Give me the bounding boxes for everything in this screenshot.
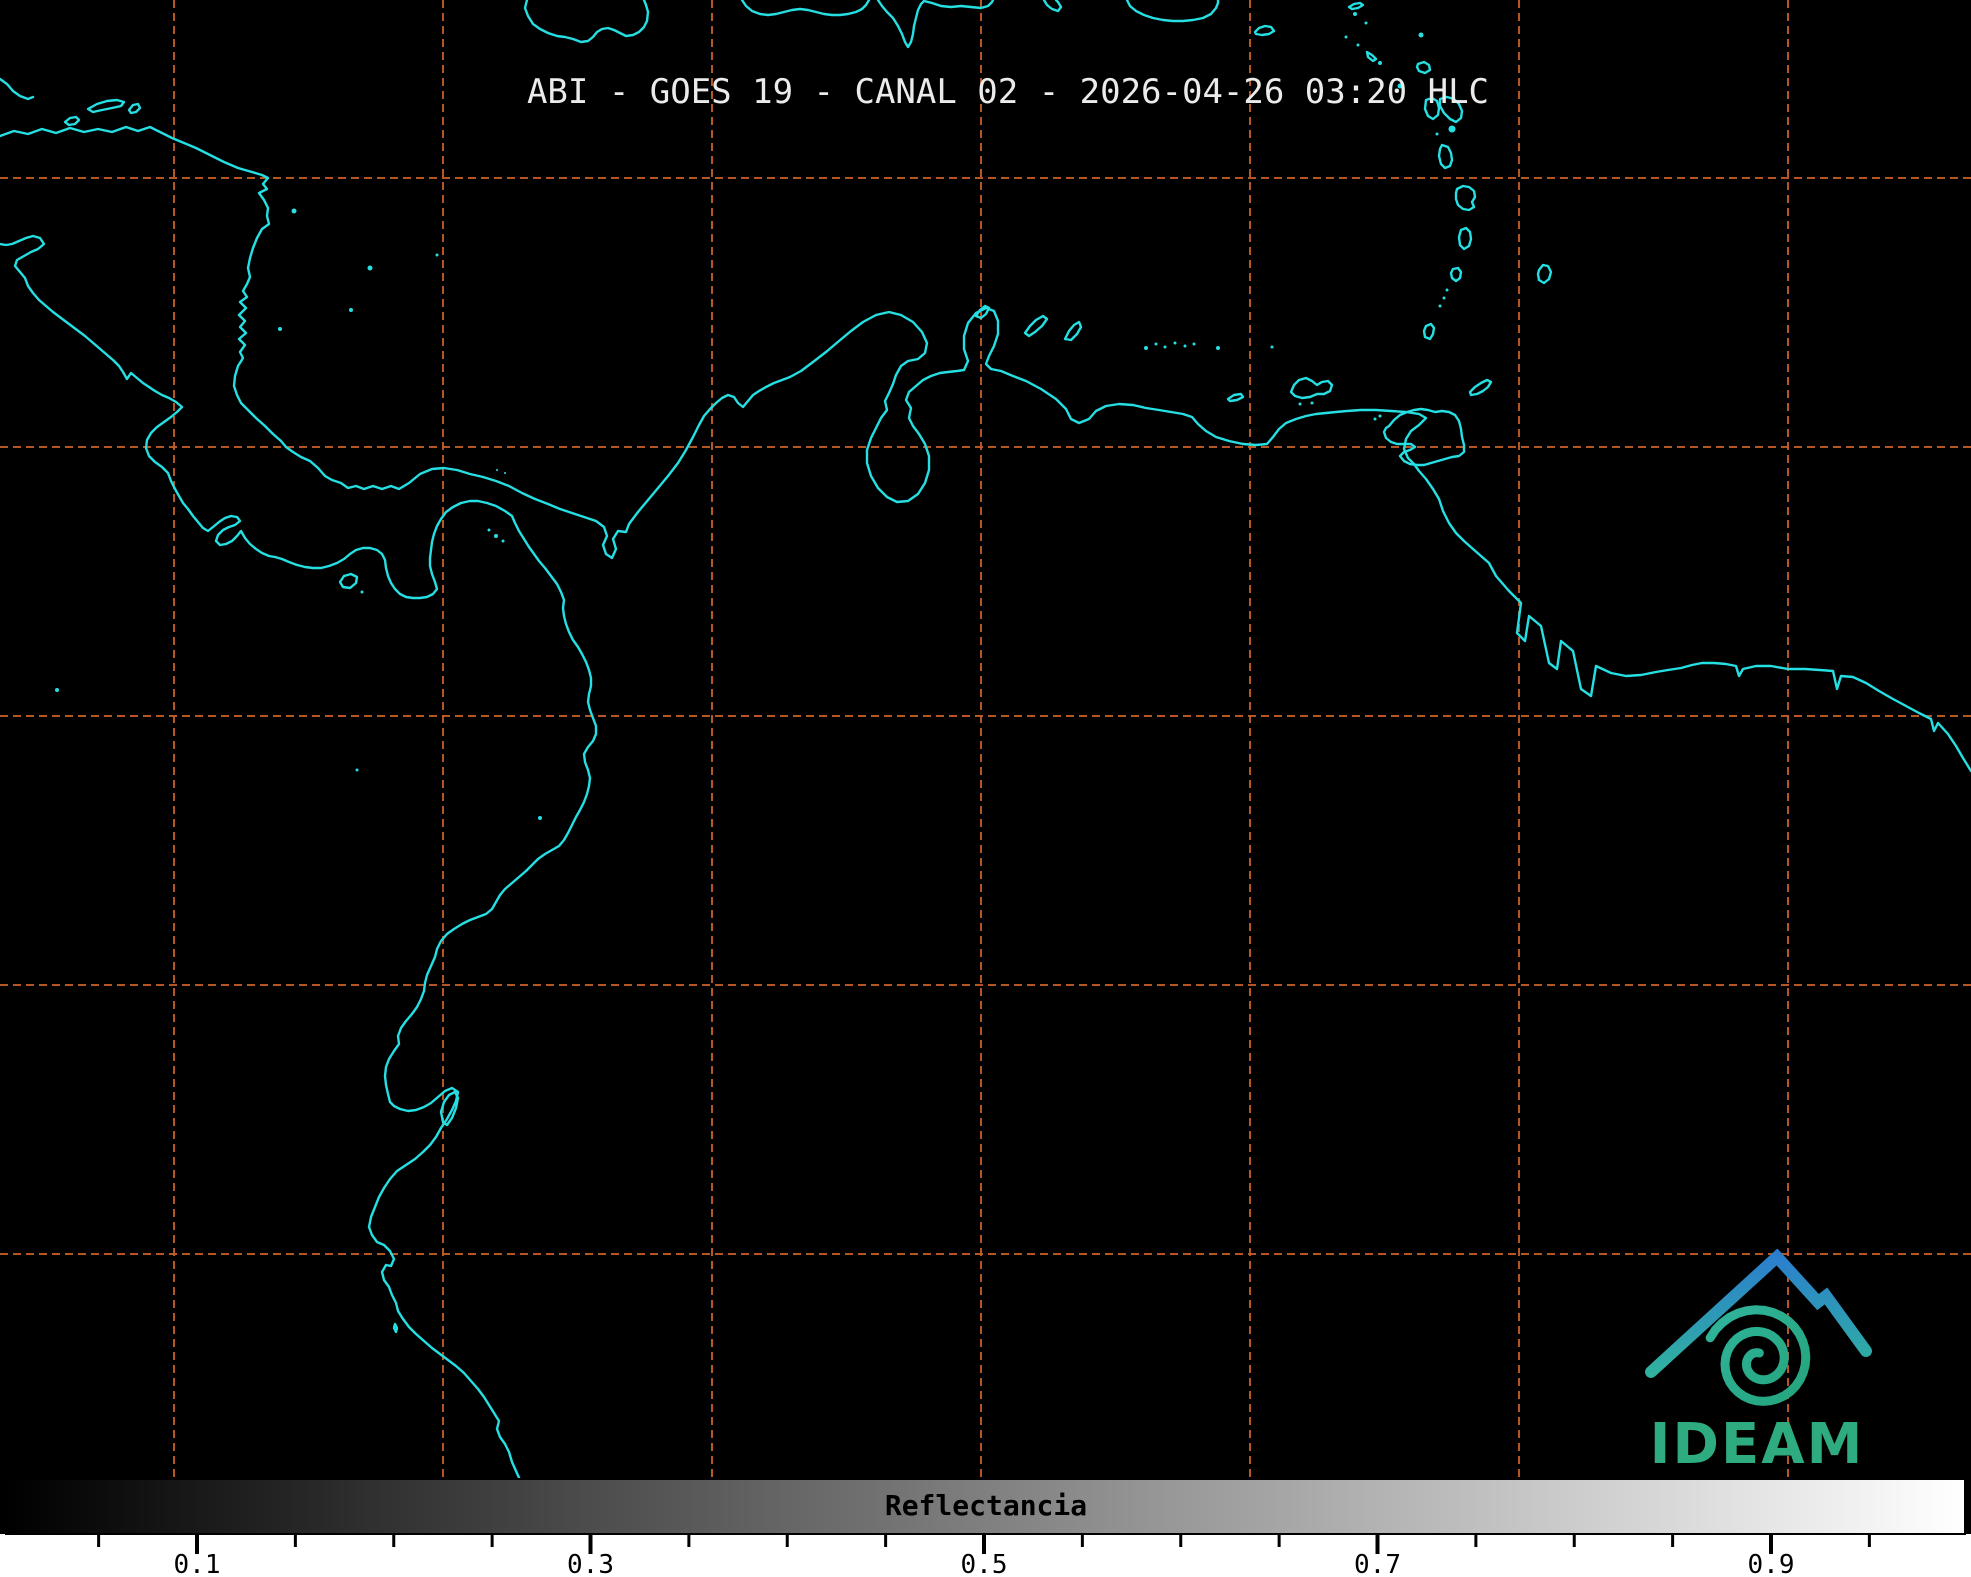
grenadines-islet-3 (1439, 305, 1442, 308)
les-saintes-islet (1436, 133, 1439, 136)
corn-islands-islet (278, 327, 282, 331)
goes-satellite-map: ABI - GOES 19 - CANAL 02 - 2026-04-26 03… (0, 0, 1971, 1577)
pearl-islands-islet-1 (488, 529, 491, 532)
st-eustatius-islet (1357, 44, 1360, 47)
la-blanquilla-islet (1271, 346, 1274, 349)
los-roques-islet-3 (1164, 346, 1167, 349)
cocos-island-islet (55, 688, 59, 692)
providencia-islet (368, 266, 373, 271)
marie-galante-islet (1449, 126, 1456, 133)
colorbar-tick-label: 0.7 (1354, 1550, 1401, 1577)
pearl-islands-islet-2 (494, 534, 498, 538)
cubagua-islet (1299, 403, 1302, 406)
colorbar-tick-label: 0.5 (961, 1550, 1008, 1577)
san-blas-cay-1 (496, 469, 498, 471)
los-roques-islet-6 (1193, 343, 1196, 346)
ideam-logo-text: IDEAM (1650, 1412, 1865, 1477)
satellite-image-viewport: ABI - GOES 19 - CANAL 02 - 2026-04-26 03… (0, 0, 1971, 1577)
los-roques-islet-5 (1184, 345, 1187, 348)
grenadines-islet-2 (1443, 297, 1446, 300)
st-martin-islet (1353, 12, 1357, 16)
saba-islet (1345, 36, 1348, 39)
malpelo-islet (356, 769, 359, 772)
map-background (0, 0, 1971, 1479)
st-barthelemy-islet (1365, 22, 1368, 25)
nevis-islet (1378, 61, 1382, 65)
barbuda-islet (1419, 33, 1424, 38)
coche-islet (1311, 402, 1314, 405)
colorbar-tick-label: 0.3 (567, 1550, 614, 1577)
la-orchila-islet (1216, 346, 1220, 350)
grenadines-islet-1 (1446, 289, 1449, 292)
colorbar-label: Reflectancia (885, 1489, 1087, 1522)
map-title: ABI - GOES 19 - CANAL 02 - 2026-04-26 03… (527, 72, 1489, 112)
miskito-cay-islet (292, 209, 297, 214)
bocas-islet-2 (1374, 418, 1377, 421)
colorbar-tick-label: 0.1 (174, 1550, 221, 1577)
reflectance-colorbar: Reflectancia 0.1 0.3 0.5 0.7 0.9 (0, 1479, 1971, 1577)
los-roques-islet-2 (1155, 343, 1158, 346)
coiba-islet (361, 591, 364, 594)
los-roques-islet-1 (1144, 346, 1148, 350)
san-andres-islet (349, 308, 353, 312)
colorbar-tick-label: 0.9 (1748, 1550, 1795, 1577)
gorgona-islet (538, 816, 542, 820)
serrana-cay-islet (436, 254, 439, 257)
san-blas-cay-2 (504, 472, 506, 474)
los-roques-islet-4 (1174, 342, 1177, 345)
bocas-islet-1 (1379, 415, 1382, 418)
pearl-islands-islet-3 (502, 540, 505, 543)
